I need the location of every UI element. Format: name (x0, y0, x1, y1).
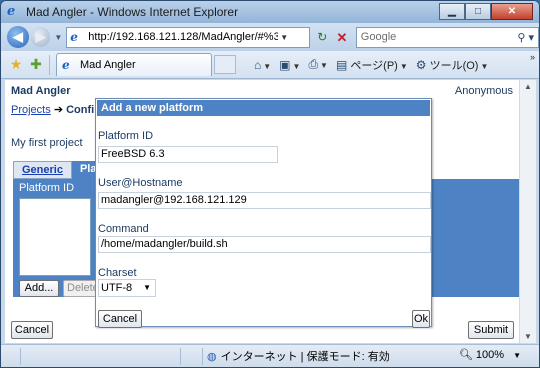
new-tab-button[interactable] (214, 55, 236, 74)
zoom-icon: 🔍︎ (458, 349, 473, 361)
address-dropdown-icon[interactable]: ▼ (280, 33, 288, 42)
breadcrumb-arrow-icon: ➔ (53, 104, 64, 116)
page-icon: e (70, 30, 78, 44)
tab-generic[interactable]: Generic (13, 161, 72, 179)
breadcrumb-projects-link[interactable]: Projects (11, 104, 51, 116)
search-input[interactable]: Google (361, 31, 396, 43)
feeds-button[interactable]: ▣ ▼ (279, 58, 300, 72)
security-zone-label: インターネット | 保護モード: 有効 (220, 351, 390, 363)
tab-label: Mad Angler (80, 59, 136, 71)
chevron-more-icon[interactable]: » (530, 52, 535, 62)
scroll-up-icon[interactable]: ▲ (524, 82, 532, 91)
home-icon: ⌂ (254, 57, 262, 72)
zoom-control[interactable]: 🔍︎ 100% ▼ (459, 348, 521, 361)
platform-id-heading: Platform ID (19, 182, 75, 194)
minimize-button[interactable]: ▁ (439, 3, 465, 20)
add-platform-button[interactable]: Add... (19, 280, 59, 297)
user-host-field[interactable]: madangler@192.168.121.129 (98, 192, 431, 209)
dialog-title: Add a new platform (97, 100, 430, 116)
address-input[interactable]: http://192.168.121.128/MadAngler/#%3 (88, 31, 278, 43)
user-name: Anonymous (454, 85, 513, 97)
project-name: My first project (11, 137, 83, 149)
address-bar[interactable]: e http://192.168.121.128/MadAngler/#%3 ▼ (66, 26, 311, 48)
dialog-cancel-button[interactable]: Cancel (98, 310, 142, 328)
browser-window: e Mad Angler - Windows Internet Explorer… (0, 0, 540, 368)
app-title: Mad Angler (11, 85, 71, 97)
print-button[interactable]: ⎙ ▼ (308, 57, 328, 72)
favorites-star-icon[interactable]: ★ (7, 56, 25, 73)
page-menu-icon: ▤ (335, 57, 348, 72)
divider (49, 54, 50, 75)
submit-button[interactable]: Submit (468, 321, 514, 339)
globe-icon: ◍ (207, 350, 217, 363)
zoom-level: 100% (475, 349, 505, 361)
delete-platform-button[interactable]: Delete (63, 280, 99, 297)
title-bar: e Mad Angler - Windows Internet Explorer… (1, 1, 539, 23)
stop-icon[interactable]: ✕ (332, 28, 352, 47)
command-bar: ⌂ ▼ ▣ ▼ ⎙ ▼ ▤ ページ(P) ▼ ⚙ ツール(O) ▼ (246, 57, 488, 73)
page-menu[interactable]: ▤ ページ(P) ▼ (336, 57, 408, 73)
refresh-icon[interactable]: ↻ (312, 28, 332, 47)
platform-id-label: Platform ID (98, 130, 154, 142)
user-host-label: User@Hostname (98, 177, 183, 189)
tab-row: ★ ✚ e Mad Angler ⌂ ▼ ▣ ▼ ⎙ ▼ ▤ ページ(P) ▼ ⚙ ツー… (1, 51, 539, 79)
command-field[interactable]: /home/madangler/build.sh (98, 236, 431, 253)
tools-menu-label: ツール(O) (429, 59, 479, 72)
close-button[interactable]: ✕ (491, 3, 533, 20)
history-dropdown-icon[interactable]: ▼ (54, 33, 62, 42)
tools-menu[interactable]: ⚙ ツール(O) ▼ (416, 57, 489, 73)
maximize-button[interactable]: □ (465, 3, 491, 20)
status-bar: ◍ インターネット | 保護モード: 有効 🔍︎ 100% ▼ (1, 344, 539, 367)
dialog-ok-button[interactable]: Ok (412, 310, 430, 328)
print-icon: ⎙ (308, 57, 319, 71)
zoom-dropdown-icon[interactable]: ▼ (513, 351, 521, 360)
browser-tab[interactable]: e Mad Angler (56, 53, 212, 76)
breadcrumb-current: Confi (66, 104, 95, 116)
chevron-down-icon: ▼ (143, 283, 151, 292)
window-controls: ▁ □ ✕ (439, 3, 533, 20)
scroll-down-icon[interactable]: ▼ (524, 332, 532, 341)
search-icon[interactable]: ⚲ ▾ (517, 31, 534, 44)
status-segment (1, 347, 21, 365)
charset-value: UTF-8 (101, 282, 133, 294)
config-tabs: Generic Pla (13, 161, 105, 179)
status-segment (21, 347, 181, 365)
breadcrumb: Projects ➔ Confi (11, 103, 94, 116)
charset-label: Charset (98, 267, 137, 279)
home-button[interactable]: ⌂ ▼ (254, 58, 271, 72)
back-button[interactable]: ◀ (7, 26, 29, 48)
tab-page-icon: e (62, 58, 70, 72)
add-platform-dialog: Add a new platform Platform ID FreeBSD 6… (95, 98, 432, 328)
gear-icon: ⚙ (415, 57, 427, 72)
forward-button[interactable]: ▶ (30, 27, 51, 47)
search-box[interactable]: Google ⚲ ▾ (355, 26, 539, 48)
command-label: Command (98, 223, 149, 235)
cancel-button[interactable]: Cancel (11, 321, 53, 339)
platform-id-field[interactable]: FreeBSD 6.3 (98, 146, 278, 163)
window-title: Mad Angler - Windows Internet Explorer (26, 5, 239, 19)
address-row: ◀ ▶ ▼ e http://192.168.121.128/MadAngler… (1, 23, 539, 51)
page-menu-label: ページ(P) (350, 59, 398, 72)
feeds-icon: ▣ (279, 57, 291, 72)
security-zone[interactable]: ◍ インターネット | 保護モード: 有効 (207, 348, 390, 364)
vertical-scrollbar[interactable]: ▲ ▼ (519, 80, 536, 343)
add-favorites-icon[interactable]: ✚ (27, 56, 45, 73)
ie-logo-icon: e (7, 4, 16, 19)
status-segment (181, 347, 203, 365)
platform-list[interactable] (19, 198, 91, 276)
charset-select[interactable]: UTF-8 ▼ (98, 279, 156, 297)
